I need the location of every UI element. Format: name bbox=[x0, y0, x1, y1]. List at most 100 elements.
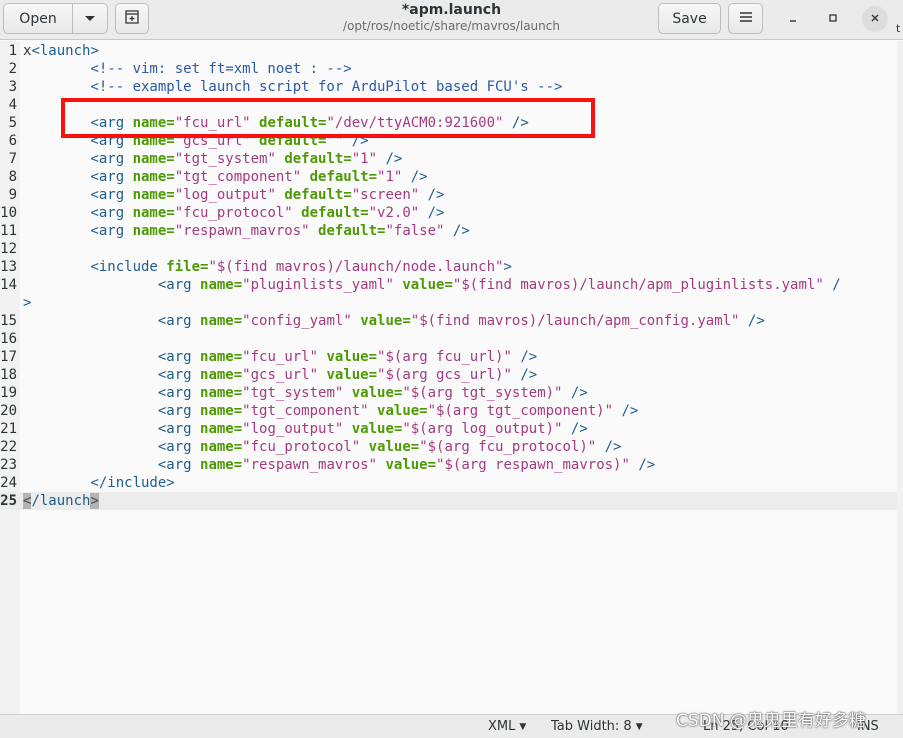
code-token: </include> bbox=[23, 475, 175, 491]
code-token: <arg bbox=[23, 457, 201, 473]
code-line[interactable]: 21 <arg name="log_output" value="$(arg l… bbox=[0, 420, 897, 438]
code-token: "$(arg log_output)" bbox=[402, 421, 563, 437]
code-token: "$(find mavros)/launch/node.launch" bbox=[208, 259, 504, 275]
code-line[interactable]: 9 <arg name="log_output" default="screen… bbox=[0, 186, 897, 204]
line-number: 3 bbox=[8, 79, 17, 95]
code-token: <arg bbox=[23, 187, 133, 203]
maximize-button[interactable] bbox=[820, 6, 846, 32]
code-line[interactable]: 8 <arg name="tgt_component" default="1" … bbox=[0, 168, 897, 186]
code-token: "screen" bbox=[351, 187, 420, 203]
code-text: > bbox=[23, 294, 31, 312]
code-token: <arg bbox=[23, 151, 133, 167]
code-editor[interactable]: 1 x<launch> 2 <!-- vim: set ft=xml noet : … bbox=[0, 41, 897, 714]
save-button[interactable]: Save bbox=[658, 3, 721, 34]
annotation-highlight-box bbox=[61, 98, 595, 138]
code-token: "$(arg tgt_component)" bbox=[427, 403, 614, 419]
code-token: "log_output" bbox=[242, 421, 352, 437]
code-token: /launch bbox=[31, 493, 91, 509]
code-token: > bbox=[90, 493, 99, 509]
code-line[interactable]: 17 <arg name="fcu_url" value="$(arg fcu_… bbox=[0, 348, 897, 366]
line-number: 10 bbox=[0, 205, 17, 221]
code-token: > bbox=[503, 259, 512, 275]
line-number: 1 bbox=[8, 43, 17, 59]
tab-width-label: Tab Width: 8 bbox=[551, 719, 632, 734]
code-text: <arg name="tgt_component" default="1" /> bbox=[23, 168, 427, 186]
code-line[interactable]: 2 <!-- vim: set ft=xml noet : --> bbox=[0, 60, 897, 78]
code-line[interactable]: 23 <arg name="respawn_mavros" value="$(a… bbox=[0, 456, 897, 474]
code-token: <arg bbox=[23, 349, 201, 365]
code-line[interactable]: 10 <arg name="fcu_protocol" default="v2.… bbox=[0, 204, 897, 222]
line-number: 7 bbox=[8, 151, 17, 167]
code-text: <arg name="fcu_url" value="$(arg fcu_url… bbox=[23, 348, 537, 366]
code-token: <launch> bbox=[31, 43, 99, 59]
scrollbar[interactable] bbox=[897, 41, 903, 714]
code-token: "1" bbox=[351, 151, 378, 167]
code-line[interactable]: 18 <arg name="gcs_url" value="$(arg gcs_… bbox=[0, 366, 897, 384]
code-token: value= bbox=[351, 421, 403, 437]
code-token: "tgt_component" bbox=[242, 403, 378, 419]
line-number: 12 bbox=[0, 241, 17, 257]
code-token: "pluginlists_yaml" bbox=[242, 277, 403, 293]
code-token: /> bbox=[377, 151, 403, 167]
code-token: /> bbox=[444, 223, 470, 239]
code-token: name= bbox=[200, 457, 243, 473]
line-number: 2 bbox=[8, 61, 17, 77]
code-token: "config_yaml" bbox=[242, 313, 361, 329]
code-line[interactable]: 24 </include> bbox=[0, 474, 897, 492]
code-line[interactable]: 20 <arg name="tgt_component" value="$(ar… bbox=[0, 402, 897, 420]
code-line[interactable]: 16 bbox=[0, 330, 897, 348]
code-text: <!-- example launch script for ArduPilot… bbox=[23, 78, 562, 96]
code-token: "tgt_system" bbox=[242, 385, 352, 401]
minimize-icon bbox=[788, 12, 798, 27]
code-token: name= bbox=[132, 151, 175, 167]
line-number: 22 bbox=[0, 439, 17, 455]
code-token: file= bbox=[166, 259, 209, 275]
line-number: 21 bbox=[0, 421, 17, 437]
code-token: value= bbox=[402, 277, 453, 293]
code-line[interactable]: 19 <arg name="tgt_system" value="$(arg t… bbox=[0, 384, 897, 402]
code-line[interactable]: 7 <arg name="tgt_system" default="1" /> bbox=[0, 150, 897, 168]
code-line[interactable]: 12 bbox=[0, 240, 897, 258]
code-token: /> bbox=[562, 421, 588, 437]
code-token: "$(arg fcu_protocol)" bbox=[419, 439, 597, 455]
code-line[interactable]: 14 <arg name="pluginlists_yaml" value="$… bbox=[0, 276, 897, 294]
code-token: "$(arg gcs_url)" bbox=[377, 367, 512, 383]
code-line[interactable]: 1 x<launch> bbox=[0, 42, 897, 60]
line-number: 19 bbox=[0, 385, 17, 401]
code-text: <!-- vim: set ft=xml noet : --> bbox=[23, 60, 352, 78]
line-number: 23 bbox=[0, 457, 17, 473]
code-token: default= bbox=[318, 223, 386, 239]
code-token: "fcu_protocol" bbox=[242, 439, 369, 455]
code-token: <!-- vim: set ft=xml noet : --> bbox=[23, 61, 352, 77]
code-token: name= bbox=[132, 223, 175, 239]
line-number: 24 bbox=[0, 475, 17, 491]
code-token: name= bbox=[132, 187, 175, 203]
code-token: /> bbox=[511, 349, 538, 365]
code-text: x<launch> bbox=[23, 42, 99, 60]
code-line[interactable]: 11 <arg name="respawn_mavros" default="f… bbox=[0, 222, 897, 240]
code-token: "respawn_mavros" bbox=[242, 457, 386, 473]
code-token: default= bbox=[284, 151, 352, 167]
code-token: "$(arg fcu_url)" bbox=[377, 349, 512, 365]
code-token: "1" bbox=[377, 169, 403, 185]
code-token: /> bbox=[419, 187, 445, 203]
code-line[interactable]: 3 <!-- example launch script for ArduPil… bbox=[0, 78, 897, 96]
menu-button[interactable] bbox=[728, 3, 763, 34]
close-button[interactable] bbox=[862, 6, 888, 32]
code-line[interactable]: 13 <include file="$(find mavros)/launch/… bbox=[0, 258, 897, 276]
minimize-button[interactable] bbox=[780, 6, 806, 32]
code-token: "tgt_component" bbox=[174, 169, 310, 185]
line-number: 18 bbox=[0, 367, 17, 383]
line-number: 5 bbox=[8, 115, 17, 131]
language-selector[interactable]: XML ▼ bbox=[488, 719, 526, 734]
code-line[interactable]: > bbox=[0, 294, 897, 312]
code-token: default= bbox=[301, 205, 369, 221]
code-text: <arg name="gcs_url" value="$(arg gcs_url… bbox=[23, 366, 537, 384]
code-token: value= bbox=[360, 313, 411, 329]
tab-width-selector[interactable]: Tab Width: 8 ▼ bbox=[551, 719, 643, 734]
code-line[interactable]: 25 </launch> bbox=[0, 492, 897, 510]
code-line[interactable]: 15 <arg name="config_yaml" value="$(find… bbox=[0, 312, 897, 330]
code-line[interactable]: 22 <arg name="fcu_protocol" value="$(arg… bbox=[0, 438, 897, 456]
code-token: <!-- example launch script for ArduPilot… bbox=[23, 79, 563, 95]
code-token: <arg bbox=[23, 169, 133, 185]
